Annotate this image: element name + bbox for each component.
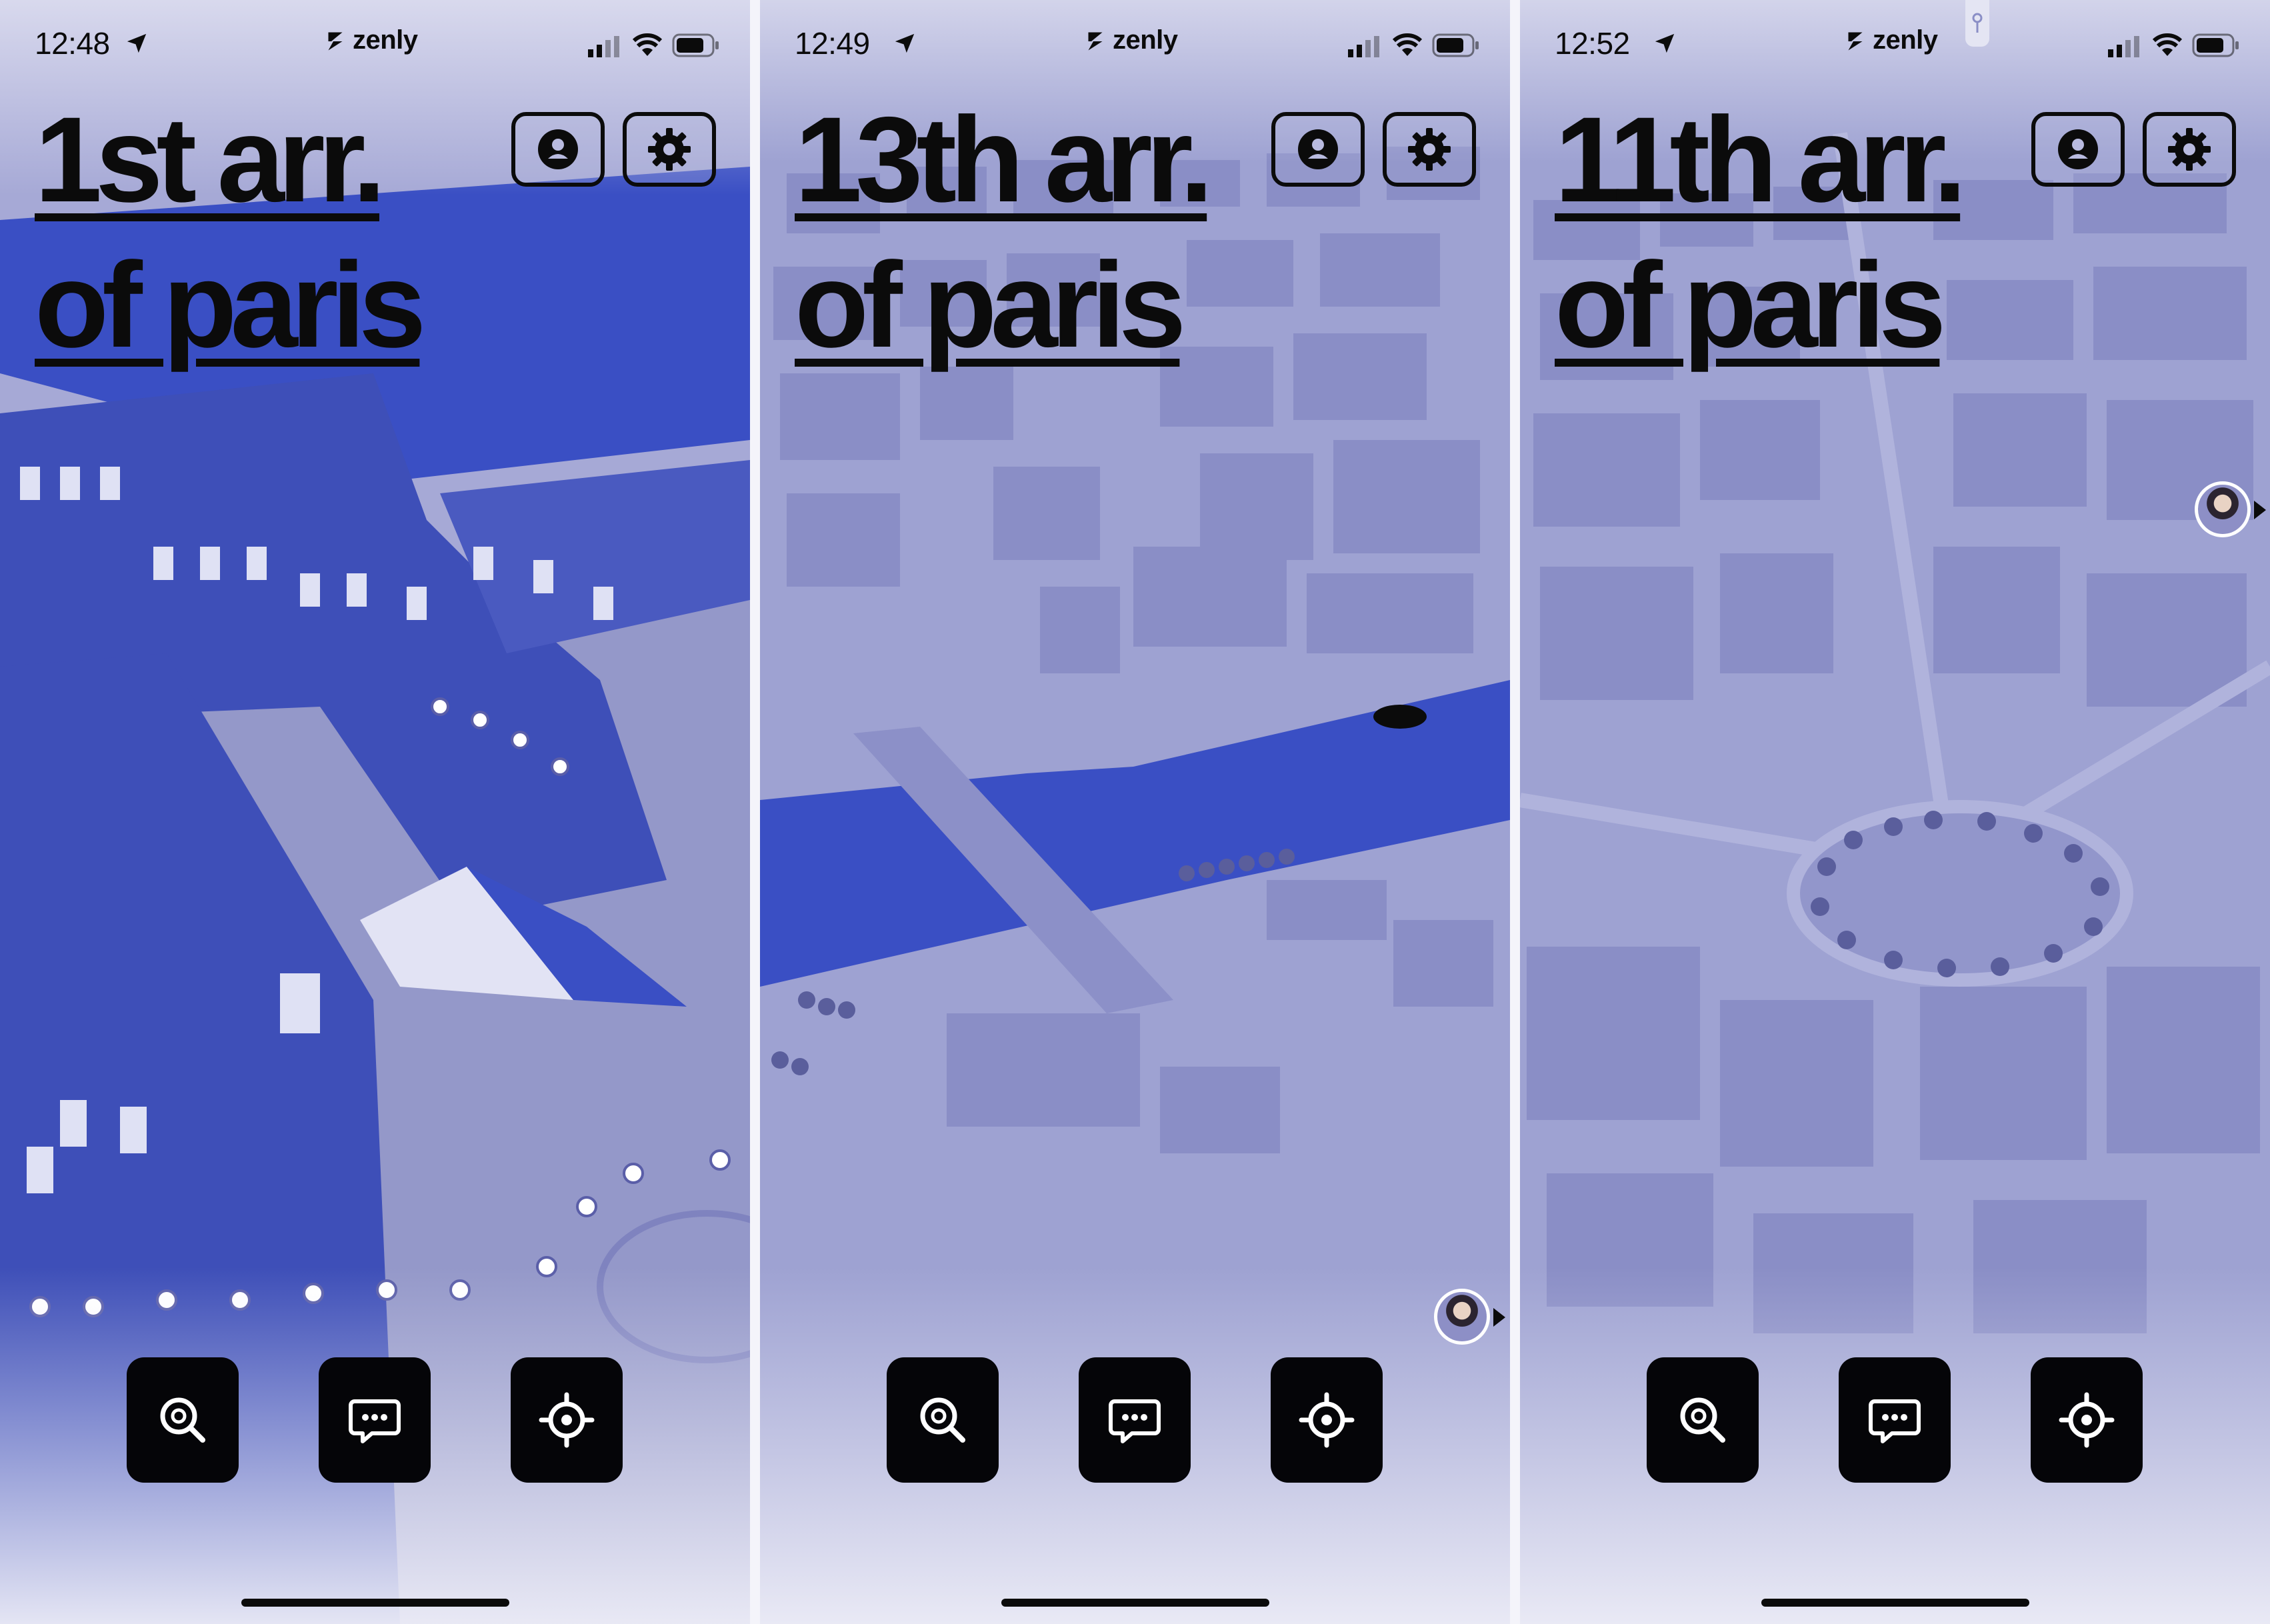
title-line-2: of paris bbox=[795, 237, 1186, 373]
search-icon bbox=[920, 1397, 965, 1443]
title-line-1: 13th arr. bbox=[795, 91, 1213, 227]
location-arrow-icon bbox=[895, 33, 915, 53]
settings-button[interactable] bbox=[623, 112, 716, 187]
chat-icon bbox=[349, 1399, 401, 1443]
wifi-icon bbox=[2152, 33, 2183, 56]
chat-icon bbox=[1109, 1399, 1161, 1443]
gear-icon bbox=[648, 128, 691, 171]
title-line-1: 11th arr. bbox=[1555, 91, 1967, 227]
carrier-label: zenly bbox=[1113, 25, 1178, 55]
profile-icon bbox=[2058, 129, 2098, 169]
signal-icon bbox=[588, 36, 619, 57]
location-arrow-icon bbox=[1655, 33, 1675, 53]
status-bar: 12:49 zenly bbox=[760, 0, 1510, 87]
phone-screen-2: 12:49 zenly 13th arr. of paris bbox=[760, 0, 1510, 1624]
title-line-2: of paris bbox=[1555, 237, 1946, 373]
status-bar: 12:48 zenly bbox=[0, 0, 750, 87]
search-icon bbox=[1680, 1397, 1725, 1443]
locate-icon bbox=[539, 1392, 595, 1448]
gear-icon bbox=[2168, 128, 2211, 171]
phone-screen-3: 12:52 zenly 11th arr. of paris bbox=[1520, 0, 2270, 1624]
avatar-pointer-icon bbox=[2254, 501, 2266, 519]
carrier-label: zenly bbox=[1873, 25, 1938, 55]
locate-me-button[interactable] bbox=[2031, 1357, 2143, 1483]
home-indicator[interactable] bbox=[241, 1599, 509, 1607]
title-line-1: 1st arr. bbox=[35, 91, 386, 227]
profile-button[interactable] bbox=[1271, 112, 1365, 187]
avatar-pointer-icon bbox=[1493, 1308, 1505, 1327]
locate-me-button[interactable] bbox=[1271, 1357, 1383, 1483]
locate-me-button[interactable] bbox=[511, 1357, 623, 1483]
profile-icon bbox=[538, 129, 578, 169]
status-time: 12:48 bbox=[35, 26, 110, 61]
location-arrow-icon bbox=[127, 33, 147, 53]
phone-screen-1: 12:48 zenly 1st arr. of paris bbox=[0, 0, 750, 1624]
status-time: 12:49 bbox=[795, 26, 870, 61]
settings-button[interactable] bbox=[2143, 112, 2236, 187]
chat-button[interactable] bbox=[1839, 1357, 1951, 1483]
settings-button[interactable] bbox=[1383, 112, 1476, 187]
home-indicator[interactable] bbox=[1761, 1599, 2029, 1607]
home-indicator[interactable] bbox=[1001, 1599, 1269, 1607]
locate-icon bbox=[2059, 1392, 2115, 1448]
wifi-icon bbox=[632, 33, 663, 56]
chat-button[interactable] bbox=[1079, 1357, 1191, 1483]
gear-icon bbox=[1408, 128, 1451, 171]
district-title: 13th arr. of paris bbox=[795, 87, 1301, 377]
battery-icon bbox=[2192, 33, 2239, 57]
status-bar: 12:52 zenly bbox=[1520, 0, 2270, 87]
search-icon bbox=[160, 1397, 205, 1443]
battery-icon bbox=[672, 33, 719, 57]
signal-icon bbox=[1348, 36, 1379, 57]
signal-icon bbox=[2108, 36, 2139, 57]
friend-avatar[interactable] bbox=[1434, 1289, 1490, 1345]
title-line-2: of paris bbox=[35, 237, 426, 373]
district-title: 11th arr. of paris bbox=[1555, 87, 2061, 377]
search-button[interactable] bbox=[887, 1357, 999, 1483]
search-button[interactable] bbox=[127, 1357, 239, 1483]
search-button[interactable] bbox=[1647, 1357, 1759, 1483]
profile-icon bbox=[1298, 129, 1338, 169]
profile-button[interactable] bbox=[511, 112, 605, 187]
chat-icon bbox=[1869, 1399, 1921, 1443]
status-time: 12:52 bbox=[1555, 26, 1630, 61]
wifi-icon bbox=[1392, 33, 1423, 56]
battery-icon bbox=[1432, 33, 1479, 57]
district-title: 1st arr. of paris bbox=[35, 87, 541, 377]
carrier-label: zenly bbox=[353, 25, 418, 55]
profile-button[interactable] bbox=[2031, 112, 2125, 187]
locate-icon bbox=[1299, 1392, 1355, 1448]
chat-button[interactable] bbox=[319, 1357, 431, 1483]
friend-avatar[interactable] bbox=[2195, 481, 2251, 537]
